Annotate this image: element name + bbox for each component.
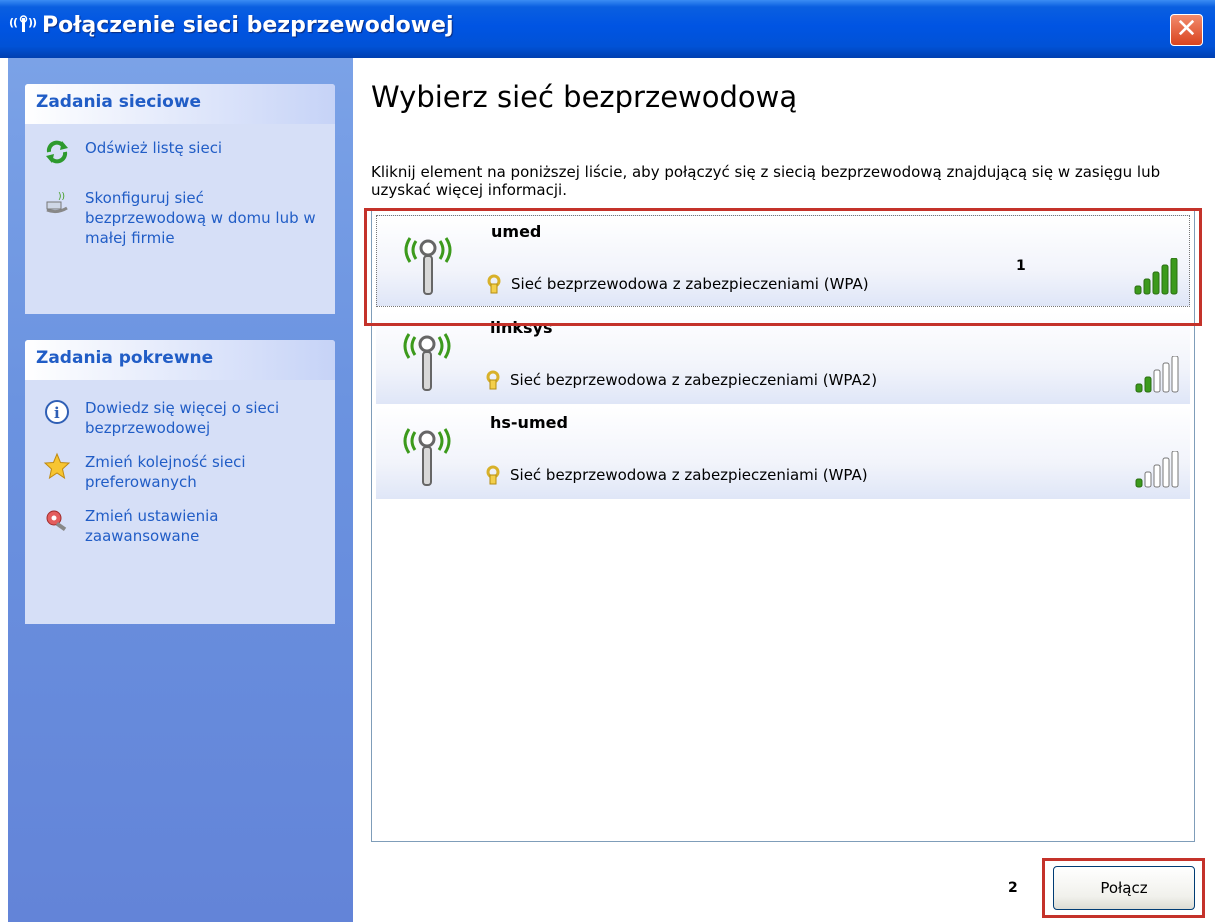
- window-title: Połączenie sieci bezprzewodowej: [42, 13, 454, 38]
- task-learn-wireless[interactable]: i Dowiedz się więcej o sieci bezprzewodo…: [25, 398, 335, 438]
- network-item-hs-umed[interactable]: hs-umed Sieć bezprzewodowa z zabezpiecze…: [376, 407, 1190, 499]
- wireless-network-icon: (( )): [8, 12, 42, 42]
- security-lock-icon: [484, 465, 502, 485]
- antenna-icon: [392, 417, 462, 489]
- signal-bar: [1144, 471, 1152, 488]
- antenna-icon: [392, 322, 462, 394]
- settings-icon: [43, 506, 71, 534]
- network-name: hs-umed: [490, 413, 568, 432]
- security-label: Sieć bezprzewodowa z zabezpieczeniami (W…: [510, 371, 878, 389]
- task-change-preferred-order[interactable]: Zmień kolejność sieci preferowanych: [25, 452, 335, 492]
- task-setup-wireless-network[interactable]: )) Skonfiguruj sieć bezprzewodową w domu…: [25, 188, 335, 248]
- signal-bar: [1171, 451, 1179, 488]
- related-tasks-header: Zadania pokrewne: [25, 340, 335, 380]
- instructions-text: Kliknij element na poniższej liście, aby…: [371, 163, 1161, 199]
- svg-text:i: i: [54, 404, 60, 422]
- network-tasks-header: Zadania sieciowe: [25, 84, 335, 124]
- signal-bar: [1171, 356, 1179, 393]
- signal-strength-icon: [1135, 451, 1179, 488]
- close-icon: ✕: [1175, 14, 1198, 44]
- info-icon: i: [43, 398, 71, 426]
- svg-text:)): )): [28, 16, 37, 29]
- refresh-icon: [43, 138, 71, 166]
- step-marker-1: 1: [1016, 258, 1026, 274]
- task-label: Odśwież listę sieci: [85, 139, 223, 157]
- signal-bar: [1153, 464, 1161, 488]
- wireless-setup-icon: )): [43, 188, 71, 216]
- task-pane: Zadania sieciowe Odśwież listę sieci )): [8, 58, 353, 922]
- security-lock-icon: [484, 370, 502, 390]
- network-tasks-panel: Zadania sieciowe Odśwież listę sieci )): [25, 84, 335, 314]
- selection-highlight-frame: [364, 208, 1202, 326]
- signal-bar: [1135, 478, 1143, 488]
- task-label: Zmień kolejność sieci preferowanych: [85, 453, 246, 491]
- close-button[interactable]: ✕: [1170, 14, 1203, 46]
- svg-text:)): )): [58, 192, 65, 202]
- task-label: Dowiedz się więcej o sieci bezprzewodowe…: [85, 399, 280, 437]
- task-refresh-network-list[interactable]: Odśwież listę sieci: [25, 138, 335, 164]
- signal-bar: [1162, 457, 1170, 488]
- signal-bar: [1153, 369, 1161, 393]
- task-label: Zmień ustawienia zaawansowane: [85, 507, 219, 545]
- related-tasks-panel: Zadania pokrewne i Dowiedz się więcej o …: [25, 340, 335, 624]
- signal-bar: [1135, 383, 1143, 393]
- connect-button[interactable]: Połącz: [1053, 866, 1195, 910]
- security-label: Sieć bezprzewodowa z zabezpieczeniami (W…: [510, 466, 868, 484]
- page-title: Wybierz sieć bezprzewodową: [371, 80, 798, 114]
- step-marker-2: 2: [1008, 880, 1018, 896]
- signal-bar: [1162, 362, 1170, 393]
- signal-strength-icon: [1135, 356, 1179, 393]
- title-bar: (( )) Połączenie sieci bezprzewodowej ✕: [0, 0, 1215, 58]
- svg-text:((: ((: [9, 16, 18, 29]
- task-label: Skonfiguruj sieć bezprzewodową w domu lu…: [85, 189, 316, 247]
- star-icon: [43, 452, 71, 480]
- task-change-advanced-settings[interactable]: Zmień ustawienia zaawansowane: [25, 506, 335, 546]
- signal-bar: [1144, 376, 1152, 393]
